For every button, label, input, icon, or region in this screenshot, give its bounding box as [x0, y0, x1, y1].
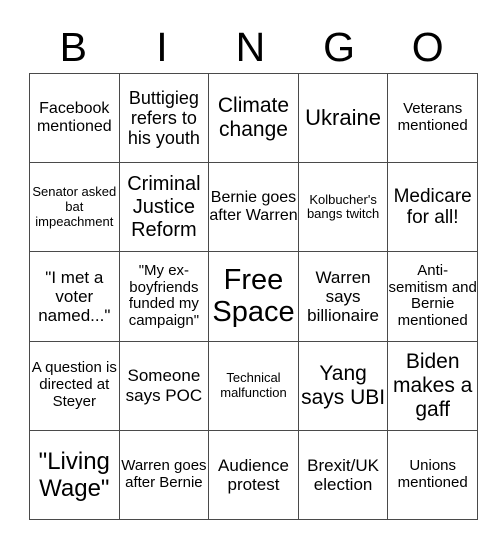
bingo-cell[interactable]: Facebook mentioned [29, 72, 120, 164]
bingo-cell[interactable]: Biden makes a gaff [387, 340, 478, 431]
bingo-cell[interactable]: Buttigieg refers to his youth [118, 72, 210, 164]
bingo-cell[interactable]: A question is directed at Steyer [29, 340, 120, 431]
bingo-cell[interactable]: Anti-semitism and Bernie mentioned [387, 251, 478, 342]
bingo-cell[interactable]: Someone says POC [118, 340, 210, 431]
bingo-header: B I N G O [29, 24, 472, 70]
bingo-cell-free-space[interactable]: Free Space [208, 251, 299, 342]
bingo-cell[interactable]: Bernie goes after Warren [208, 162, 299, 253]
bingo-cell[interactable]: Veterans mentioned [387, 72, 478, 164]
bingo-cell[interactable]: Ukraine [297, 72, 389, 164]
bingo-cell[interactable]: Climate change [208, 72, 299, 164]
header-letter-o: O [411, 24, 444, 70]
bingo-cell[interactable]: Senator asked bat impeachment [29, 162, 120, 253]
header-letter-b: B [59, 24, 87, 70]
bingo-row: "I met a voter named..." "My ex-boyfrien… [29, 251, 478, 342]
bingo-cell[interactable]: Criminal Justice Reform [118, 162, 210, 253]
bingo-row: Facebook mentioned Buttigieg refers to h… [29, 72, 478, 164]
bingo-row: A question is directed at Steyer Someone… [29, 340, 478, 431]
bingo-cell[interactable]: Unions mentioned [387, 429, 478, 520]
bingo-cell[interactable]: "My ex-boyfriends funded my campaign" [118, 251, 210, 342]
header-letter-g: G [323, 24, 356, 70]
bingo-row: Senator asked bat impeachment Criminal J… [29, 162, 478, 253]
header-letter-n: N [235, 24, 266, 70]
bingo-cell[interactable]: Yang says UBI [297, 340, 389, 431]
bingo-cell[interactable]: "Living Wage" [29, 429, 120, 520]
bingo-cell[interactable]: Brexit/UK election [297, 429, 389, 520]
bingo-cell[interactable]: Medicare for all! [387, 162, 478, 253]
bingo-card: Facebook mentioned Buttigieg refers to h… [29, 72, 478, 520]
bingo-row: "Living Wage" Warren goes after Bernie A… [29, 429, 478, 520]
bingo-cell[interactable]: Technical malfunction [208, 340, 299, 431]
bingo-cell[interactable]: Warren says billionaire [297, 251, 389, 342]
bingo-cell[interactable]: Warren goes after Bernie [118, 429, 210, 520]
bingo-cell[interactable]: Kolbucher's bangs twitch [297, 162, 389, 253]
bingo-cell[interactable]: "I met a voter named..." [29, 251, 120, 342]
bingo-cell[interactable]: Audience protest [208, 429, 299, 520]
header-letter-i: I [156, 24, 168, 70]
